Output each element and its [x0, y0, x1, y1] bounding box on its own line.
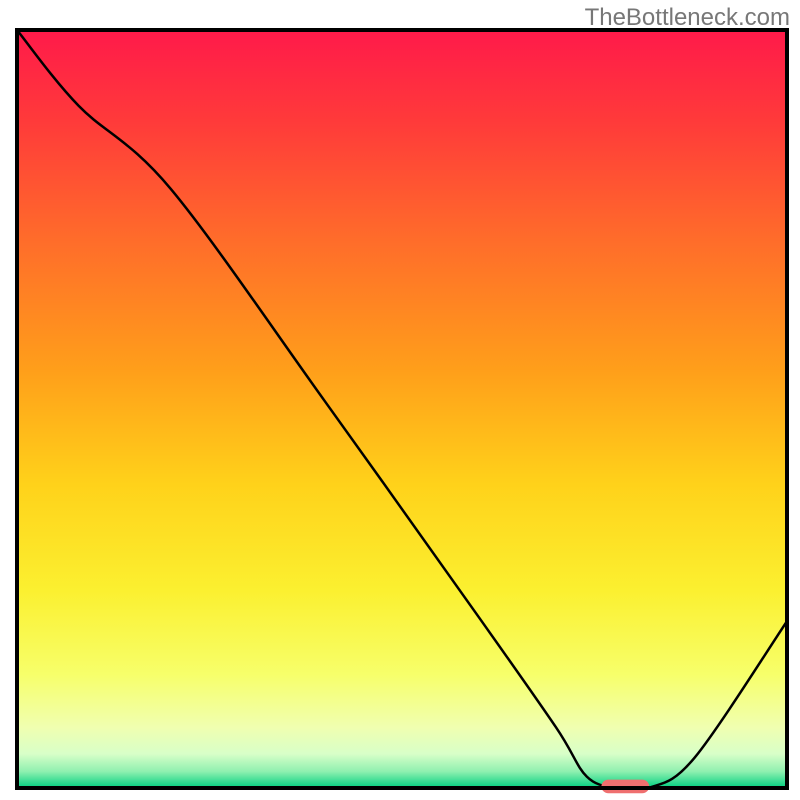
- watermark-text: TheBottleneck.com: [585, 4, 790, 32]
- gradient-background: [17, 30, 787, 788]
- chart-container: TheBottleneck.com: [0, 0, 800, 800]
- plot-area: [17, 30, 787, 793]
- bottleneck-chart: [0, 0, 800, 800]
